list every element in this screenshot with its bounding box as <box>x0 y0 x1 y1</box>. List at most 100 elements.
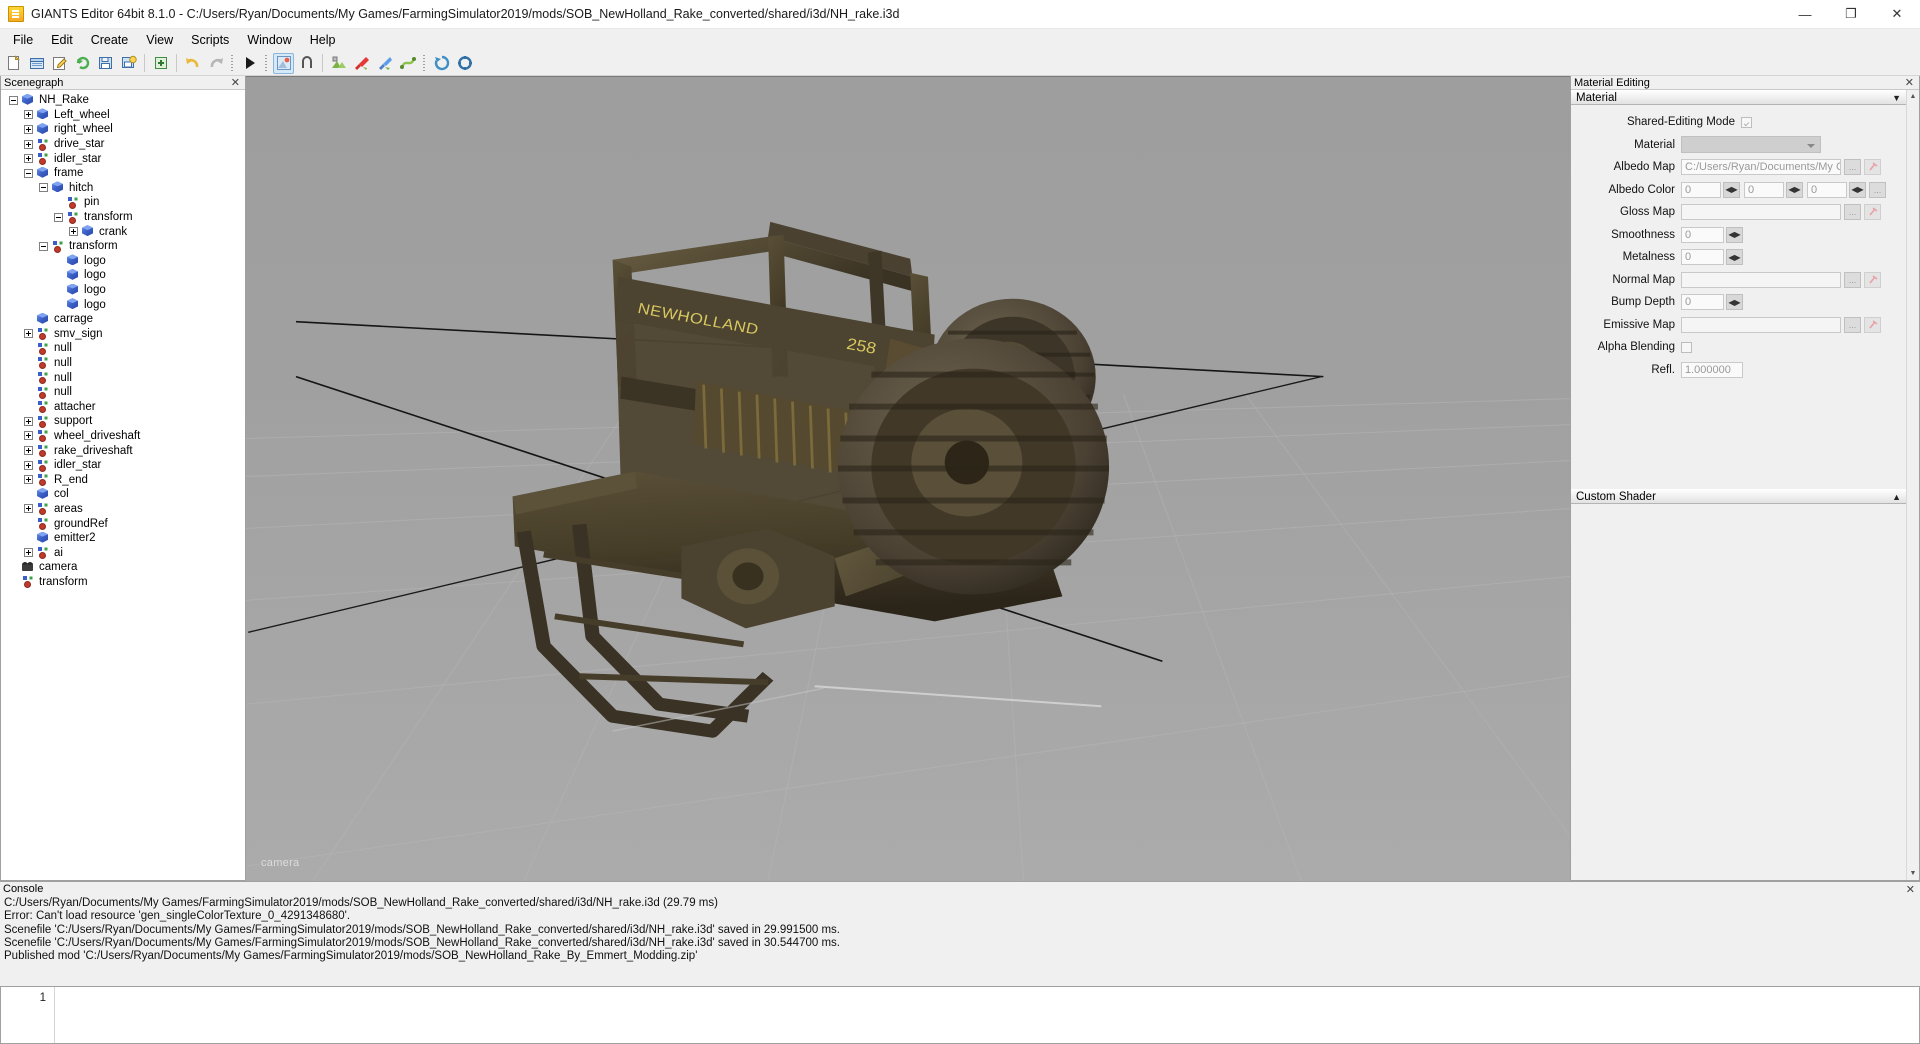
material-group-header[interactable]: Material ▼ <box>1571 90 1906 105</box>
bump-depth-input[interactable]: 0 <box>1681 294 1724 310</box>
tree-node-col[interactable]: col <box>1 487 245 502</box>
menu-item-file[interactable]: File <box>4 30 42 50</box>
metalness-stepper[interactable]: ◀▶ <box>1726 249 1743 265</box>
expand-icon[interactable] <box>24 446 33 455</box>
gloss-map-clear-icon[interactable] <box>1864 204 1881 220</box>
scenegraph-close-icon[interactable]: ✕ <box>229 76 242 89</box>
expand-icon[interactable] <box>24 431 33 440</box>
reload-icon[interactable] <box>72 53 93 74</box>
menu-item-help[interactable]: Help <box>301 30 345 50</box>
smoothness-input[interactable]: 0 <box>1681 227 1724 243</box>
tree-node-logo[interactable]: logo <box>1 268 245 283</box>
tree-node-support[interactable]: support <box>1 414 245 429</box>
tree-node-transform[interactable]: transform <box>1 575 245 590</box>
shape-icon[interactable] <box>296 53 317 74</box>
tree-node-carrage[interactable]: carrage <box>1 312 245 327</box>
tree-node-right_wheel[interactable]: right_wheel <box>1 122 245 137</box>
edit-icon[interactable] <box>49 53 70 74</box>
smoothness-stepper[interactable]: ◀▶ <box>1726 227 1743 243</box>
emissive-map-browse-button[interactable]: ... <box>1844 317 1861 333</box>
redo-icon[interactable] <box>205 53 226 74</box>
alpha-blending-checkbox[interactable] <box>1681 342 1692 353</box>
albedo-color-picker-button[interactable]: ... <box>1869 182 1886 198</box>
menu-item-edit[interactable]: Edit <box>42 30 82 50</box>
normal-map-browse-button[interactable]: ... <box>1844 272 1861 288</box>
spline-icon[interactable] <box>397 53 418 74</box>
chevron-down-icon[interactable]: ▼ <box>1892 93 1901 103</box>
scroll-down-icon[interactable]: ▼ <box>1907 867 1919 880</box>
tree-node-drive_star[interactable]: drive_star <box>1 137 245 152</box>
metalness-input[interactable]: 0 <box>1681 249 1724 265</box>
tree-node-pin[interactable]: pin <box>1 195 245 210</box>
custom-shader-group-header[interactable]: Custom Shader ▲ <box>1571 489 1906 504</box>
tree-node-groundref[interactable]: groundRef <box>1 516 245 531</box>
expand-icon[interactable] <box>24 125 33 134</box>
albedo-color-b-input[interactable]: 0 <box>1807 182 1847 198</box>
maximize-button[interactable]: ❐ <box>1828 0 1874 29</box>
albedo-map-clear-icon[interactable] <box>1864 159 1881 175</box>
tree-node-idler_star[interactable]: idler_star <box>1 458 245 473</box>
collapse-icon[interactable] <box>39 183 48 192</box>
tree-node-frame[interactable]: frame <box>1 166 245 181</box>
albedo-color-r-stepper[interactable]: ◀▶ <box>1723 182 1740 198</box>
tree-node-idler_star[interactable]: idler_star <box>1 151 245 166</box>
refresh-all-icon[interactable] <box>431 53 452 74</box>
console-close-icon[interactable]: ✕ <box>1904 883 1917 896</box>
tree-node-logo[interactable]: logo <box>1 254 245 269</box>
toolbar-drag-handle[interactable] <box>229 54 236 73</box>
scenegraph-tree[interactable]: NH_RakeLeft_wheelright_wheeldrive_starid… <box>1 90 245 880</box>
shared-editing-mode-checkbox[interactable] <box>1741 117 1752 128</box>
menu-item-scripts[interactable]: Scripts <box>182 30 238 50</box>
expand-icon[interactable] <box>24 110 33 119</box>
command-input[interactable] <box>55 987 1919 1043</box>
tree-node-camera[interactable]: camera <box>1 560 245 575</box>
import-icon[interactable] <box>150 53 171 74</box>
undo-icon[interactable] <box>182 53 203 74</box>
play-icon[interactable] <box>239 53 260 74</box>
normal-map-input[interactable] <box>1681 272 1841 288</box>
normal-map-clear-icon[interactable] <box>1864 272 1881 288</box>
gloss-map-browse-button[interactable]: ... <box>1844 204 1861 220</box>
albedo-color-b-stepper[interactable]: ◀▶ <box>1849 182 1866 198</box>
tree-node-rake_driveshaft[interactable]: rake_driveshaft <box>1 443 245 458</box>
minimize-button[interactable]: — <box>1782 0 1828 29</box>
tree-node-wheel_driveshaft[interactable]: wheel_driveshaft <box>1 429 245 444</box>
tree-node-transform[interactable]: transform <box>1 239 245 254</box>
collapse-icon[interactable] <box>9 96 18 105</box>
tree-node-logo[interactable]: logo <box>1 283 245 298</box>
save-as-icon[interactable] <box>118 53 139 74</box>
expand-icon[interactable] <box>24 140 33 149</box>
collapse-icon[interactable] <box>54 213 63 222</box>
tree-node-transform[interactable]: transform <box>1 210 245 225</box>
collapse-icon[interactable] <box>39 242 48 251</box>
tree-node-left_wheel[interactable]: Left_wheel <box>1 108 245 123</box>
collapse-icon[interactable] <box>24 169 33 178</box>
expand-icon[interactable] <box>24 154 33 163</box>
scroll-track[interactable] <box>1907 103 1919 867</box>
tree-node-crank[interactable]: crank <box>1 224 245 239</box>
albedo-map-input[interactable]: C:/Users/Ryan/Documents/My Gam <box>1681 159 1841 175</box>
tree-node-logo[interactable]: logo <box>1 297 245 312</box>
reload-shaders-icon[interactable] <box>454 53 475 74</box>
tree-node-areas[interactable]: areas <box>1 502 245 517</box>
expand-icon[interactable] <box>24 548 33 557</box>
tree-node-null[interactable]: null <box>1 370 245 385</box>
tree-node-null[interactable]: null <box>1 385 245 400</box>
tree-node-hitch[interactable]: hitch <box>1 181 245 196</box>
viewport-3d[interactable]: NEWHOLLAND 258 <box>246 76 1570 881</box>
refl-input[interactable]: 1.000000 <box>1681 362 1743 378</box>
bump-depth-stepper[interactable]: ◀▶ <box>1726 294 1743 310</box>
save-icon[interactable] <box>95 53 116 74</box>
material-select[interactable] <box>1681 136 1821 153</box>
expand-icon[interactable] <box>24 417 33 426</box>
tree-node-r_end[interactable]: R_end <box>1 472 245 487</box>
terrain-icon[interactable] <box>328 53 349 74</box>
tree-node-attacher[interactable]: attacher <box>1 399 245 414</box>
menu-item-view[interactable]: View <box>137 30 182 50</box>
light-icon[interactable] <box>273 53 294 74</box>
tree-node-nh_rake[interactable]: NH_Rake <box>1 93 245 108</box>
toolbar-drag-handle[interactable] <box>421 54 428 73</box>
expand-icon[interactable] <box>69 227 78 236</box>
console-output[interactable]: C:/Users/Ryan/Documents/My Games/Farming… <box>0 896 1920 986</box>
albedo-color-g-input[interactable]: 0 <box>1744 182 1784 198</box>
